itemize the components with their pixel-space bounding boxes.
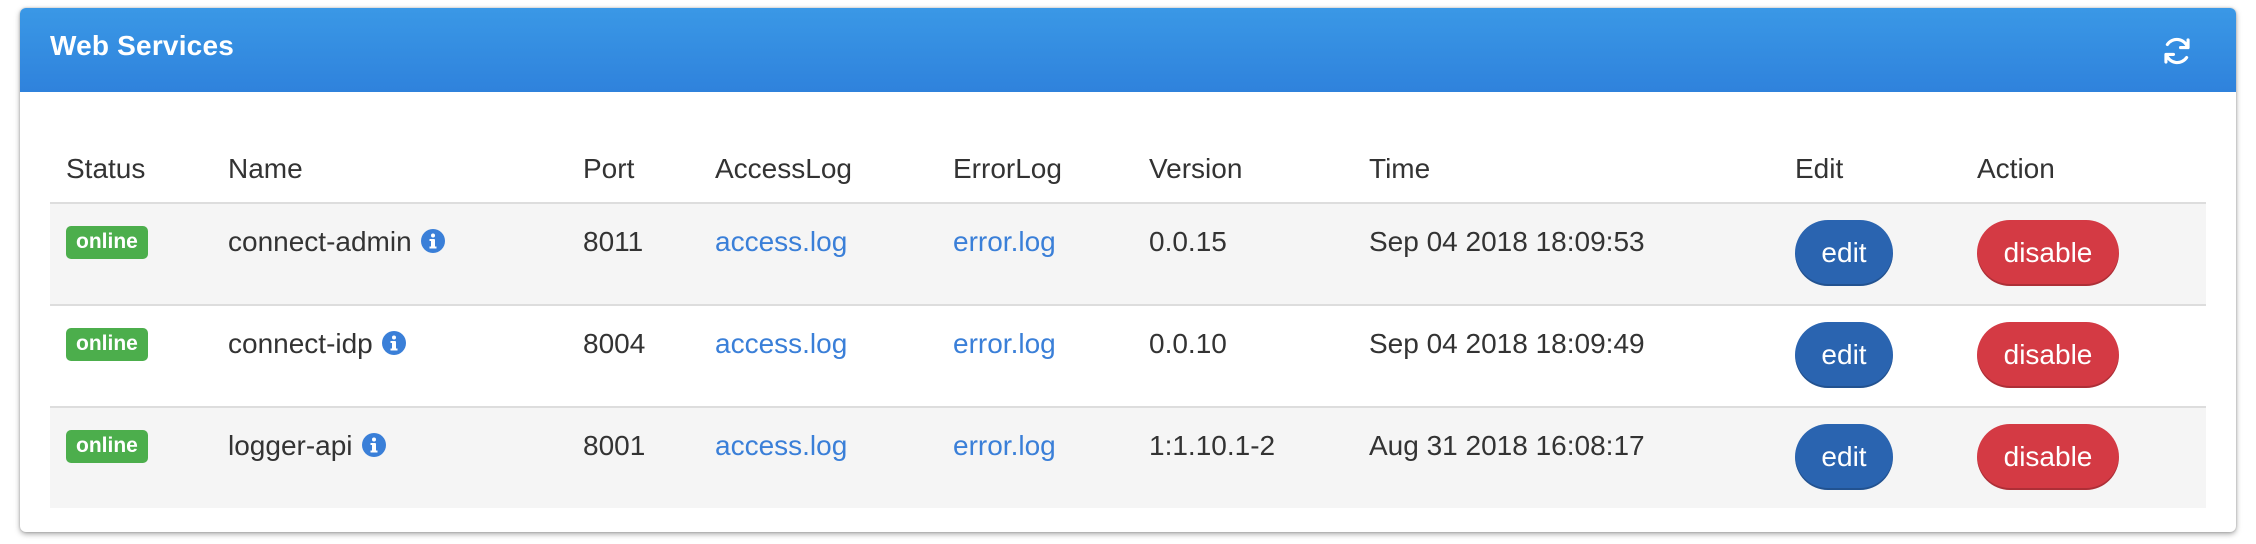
header-name: Name [212,136,567,204]
status-badge: online [66,328,148,361]
disable-button[interactable]: disable [1977,322,2119,388]
name-cell: logger-api [212,406,567,508]
action-cell: disable [1961,203,2206,305]
refresh-icon[interactable] [2160,34,2194,68]
service-name: connect-idp [228,328,373,359]
panel-header: Web Services [20,8,2236,92]
panel-title: Web Services [50,30,234,61]
edit-button[interactable]: edit [1795,322,1893,388]
access-log-link[interactable]: access.log [715,328,847,360]
error-log-link[interactable]: error.log [953,430,1056,462]
edit-cell: edit [1779,406,1961,508]
port-cell: 8011 [567,203,699,305]
port-cell: 8004 [567,304,699,407]
edit-cell: edit [1779,203,1961,305]
name-cell: connect-admin [212,203,567,305]
time-cell: Sep 04 2018 18:09:49 [1353,304,1779,407]
edit-cell: edit [1779,304,1961,407]
info-icon[interactable] [361,432,387,458]
header-accesslog: AccessLog [699,136,937,204]
time-value: Sep 04 2018 18:09:53 [1369,226,1645,257]
header-time: Time [1353,136,1779,204]
table-header-row: Status Name Port AccessLog ErrorLog Vers… [50,136,2206,204]
error-log-link[interactable]: error.log [953,328,1056,360]
errorlog-cell: error.log [937,304,1133,407]
port-cell: 8001 [567,406,699,508]
error-log-link[interactable]: error.log [953,226,1056,258]
table-row: online connect-idp 8004 access.log error… [50,304,2206,407]
status-cell: online [50,203,212,305]
errorlog-cell: error.log [937,406,1133,508]
header-edit: Edit [1779,136,1961,204]
port-value: 8004 [583,328,646,359]
status-cell: online [50,304,212,407]
access-log-link[interactable]: access.log [715,430,847,462]
disable-button[interactable]: disable [1977,220,2119,286]
status-badge: online [66,430,148,463]
header-errorlog: ErrorLog [937,136,1133,204]
version-cell: 1:1.10.1-2 [1133,406,1353,508]
status-badge: online [66,226,148,259]
version-cell: 0.0.10 [1133,304,1353,407]
header-action: Action [1961,136,2206,204]
name-cell: connect-idp [212,304,567,407]
services-table: Status Name Port AccessLog ErrorLog Vers… [50,136,2206,508]
info-icon[interactable] [381,330,407,356]
edit-button[interactable]: edit [1795,424,1893,490]
header-version: Version [1133,136,1353,204]
disable-button[interactable]: disable [1977,424,2119,490]
accesslog-cell: access.log [699,304,937,407]
version-cell: 0.0.15 [1133,203,1353,305]
service-name: logger-api [228,430,353,461]
time-value: Sep 04 2018 18:09:49 [1369,328,1645,359]
time-cell: Aug 31 2018 16:08:17 [1353,406,1779,508]
errorlog-cell: error.log [937,203,1133,305]
info-icon[interactable] [420,228,446,254]
header-status: Status [50,136,212,204]
header-port: Port [567,136,699,204]
version-value: 0.0.15 [1149,226,1227,257]
time-cell: Sep 04 2018 18:09:53 [1353,203,1779,305]
status-cell: online [50,406,212,508]
edit-button[interactable]: edit [1795,220,1893,286]
web-services-panel: Web Services Status Name Port AccessLog … [20,8,2236,532]
port-value: 8011 [583,226,644,257]
table-row: online logger-api 8001 access.log error.… [50,406,2206,508]
table-row: online connect-admin 8011 access.log err… [50,203,2206,305]
time-value: Aug 31 2018 16:08:17 [1369,430,1645,461]
version-value: 0.0.10 [1149,328,1227,359]
action-cell: disable [1961,406,2206,508]
accesslog-cell: access.log [699,406,937,508]
version-value: 1:1.10.1-2 [1149,430,1276,461]
service-name: connect-admin [228,226,412,257]
action-cell: disable [1961,304,2206,407]
accesslog-cell: access.log [699,203,937,305]
access-log-link[interactable]: access.log [715,226,847,258]
port-value: 8001 [583,430,646,461]
